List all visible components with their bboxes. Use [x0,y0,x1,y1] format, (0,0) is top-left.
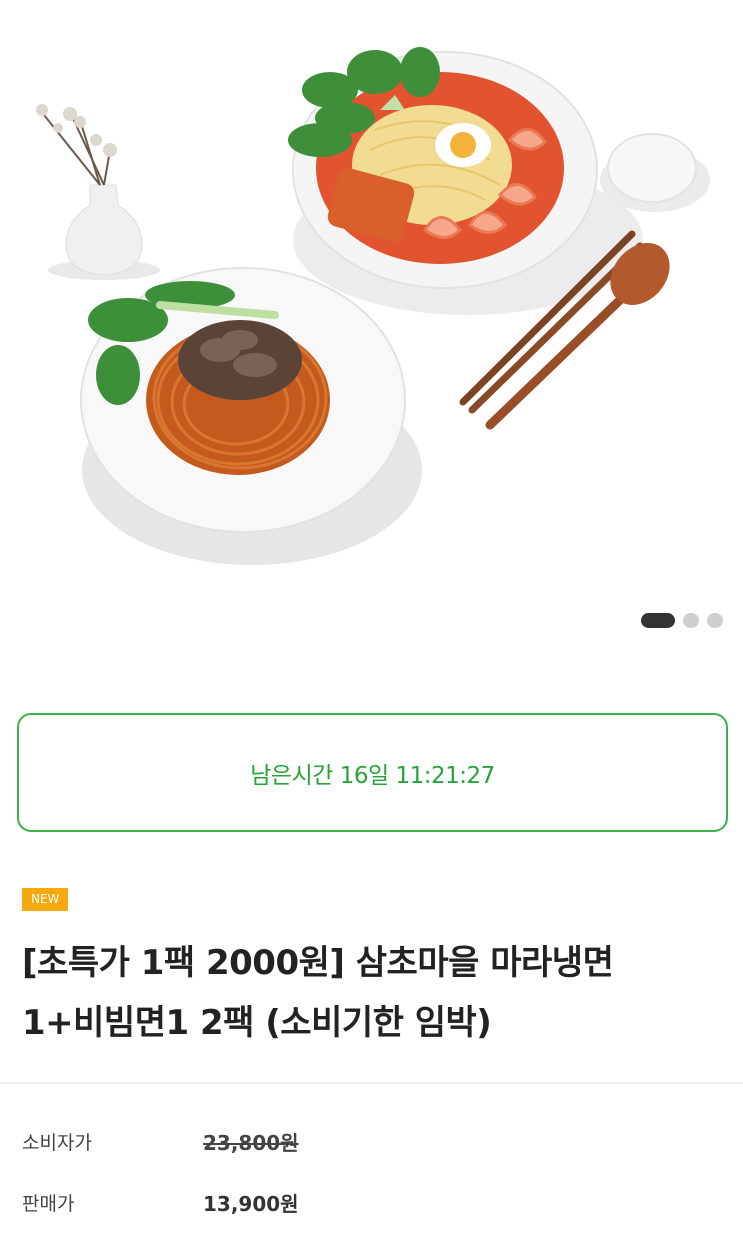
product-title: [초특가 1팩 2000원] 삼초마을 마라냉면 1+비빔면1 2팩 (소비기한… [22,933,722,1053]
carousel-dot-1[interactable] [641,613,675,628]
product-title-line-2: 1+비빔면1 2팩 (소비기한 임박) [22,1003,492,1043]
carousel-pagination[interactable] [641,613,723,628]
sale-price-value: 13,900원 [203,1192,299,1216]
carousel-dot-3[interactable] [707,613,723,628]
consumer-price-value: 23,800원 [203,1131,299,1155]
product-image-carousel[interactable] [0,0,743,650]
carousel-dot-2[interactable] [683,613,699,628]
new-badge: NEW [22,888,69,911]
product-title-line-1: [초특가 1팩 2000원] 삼초마을 마라냉면 [22,943,614,983]
section-divider [0,1082,743,1084]
product-photo [36,47,710,565]
sale-price-row: 판매가 13,900원 [22,1188,299,1217]
sale-price-label: 판매가 [22,1193,75,1215]
countdown-timer-box: 남은시간 16일 11:21:27 [17,713,728,832]
consumer-price-row: 소비자가 23,800원 [22,1127,299,1156]
consumer-price-label: 소비자가 [22,1132,92,1154]
countdown-timer-text: 남은시간 16일 11:21:27 [250,762,495,789]
